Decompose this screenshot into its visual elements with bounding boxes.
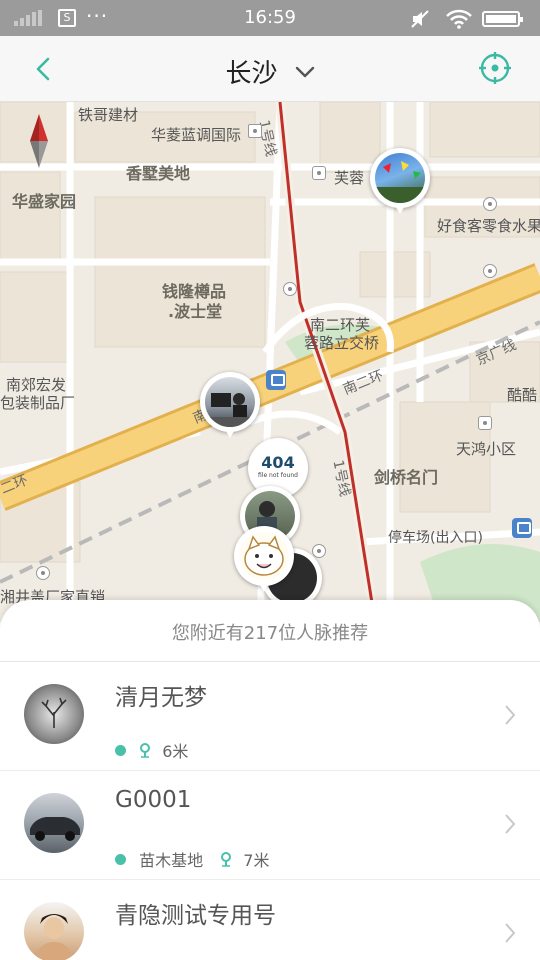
bus-stop-icon xyxy=(512,518,532,538)
map-label: 芙蓉 xyxy=(334,169,365,187)
poi-icon xyxy=(36,566,50,580)
pin-subcaption: file not found xyxy=(258,472,298,479)
city-name[interactable]: 长沙 xyxy=(225,59,277,89)
office-photo xyxy=(205,377,255,427)
locate-crosshair-icon[interactable] xyxy=(478,51,512,85)
list-item[interactable]: 青隐测试专用号 xyxy=(0,880,540,960)
avatar xyxy=(24,902,84,960)
location-pin-icon xyxy=(221,852,232,867)
building-icon xyxy=(248,124,262,138)
battery-icon xyxy=(482,11,523,27)
chevron-right-icon[interactable] xyxy=(504,813,516,835)
user-map-pin[interactable] xyxy=(200,372,260,444)
map-label: 华菱蓝调国际 xyxy=(151,126,242,144)
map-label: 包装制品厂 xyxy=(0,394,76,412)
distance: 6米 xyxy=(162,742,189,761)
person-name: 青隐测试专用号 xyxy=(115,903,276,929)
poi-icon xyxy=(483,264,497,278)
cartoon-cat-photo xyxy=(239,531,289,581)
pin-caption: 404 xyxy=(261,453,295,472)
map-label: 香墅美地 xyxy=(126,164,191,183)
mute-icon xyxy=(411,10,429,28)
people-list: 清月无梦 6米 G0001 苗木基地 7米 青隐测试专用号 xyxy=(0,662,540,960)
user-map-pin[interactable] xyxy=(234,526,294,598)
map-label: 华盛家园 xyxy=(12,192,77,211)
avatar xyxy=(24,793,84,853)
list-item[interactable]: 清月无梦 6米 xyxy=(0,662,540,771)
chevron-down-icon[interactable] xyxy=(295,65,315,79)
poi-icon xyxy=(312,166,326,180)
map-label: 酷酷 xyxy=(507,386,538,404)
parking-icon xyxy=(283,282,297,296)
map-label: 剑桥名门 xyxy=(374,468,439,487)
map-label: 天鸿小区 xyxy=(456,440,517,458)
status-bar: S ··· 16:59 xyxy=(0,0,540,36)
map-label: 停车场(出入口) xyxy=(388,530,483,546)
poi-icon xyxy=(478,416,492,430)
kites-photo xyxy=(375,153,425,203)
city-selector[interactable]: 长沙 xyxy=(0,53,540,90)
map-label: 蓉路立交桥 xyxy=(304,334,380,352)
wifi-icon xyxy=(446,9,472,29)
compass-icon xyxy=(30,114,48,168)
top-nav-bar: 长沙 xyxy=(0,36,540,102)
avatar xyxy=(24,684,84,744)
map-label: .波士堂 xyxy=(168,302,223,321)
user-map-pin[interactable] xyxy=(370,148,430,220)
poi-icon xyxy=(483,197,497,211)
list-item[interactable]: G0001 苗木基地 7米 xyxy=(0,771,540,880)
map-label: 好食客零食水果 xyxy=(437,217,540,235)
map-view[interactable]: 铁哥建材 华菱蓝调国际 香墅美地 华盛家园 芙蓉 好食客零食水果 1号线 钱隆樽… xyxy=(0,102,540,622)
nearby-count-text: 您附近有217位人脉推荐 xyxy=(171,623,369,644)
chevron-right-icon[interactable] xyxy=(504,704,516,726)
status-dot xyxy=(115,744,126,756)
distance: 7米 xyxy=(243,851,270,870)
nearby-recommendation-banner[interactable]: 您附近有217位人脉推荐 xyxy=(0,600,540,662)
chevron-right-icon[interactable] xyxy=(504,922,516,944)
person-name: G0001 xyxy=(115,787,192,813)
person-name: 清月无梦 xyxy=(115,685,207,711)
location-pin-icon xyxy=(140,743,151,758)
map-label: 铁哥建材 xyxy=(78,106,139,124)
person-tag: 苗木基地 xyxy=(139,851,204,870)
bus-stop-icon xyxy=(266,370,286,390)
status-dot xyxy=(115,853,126,865)
